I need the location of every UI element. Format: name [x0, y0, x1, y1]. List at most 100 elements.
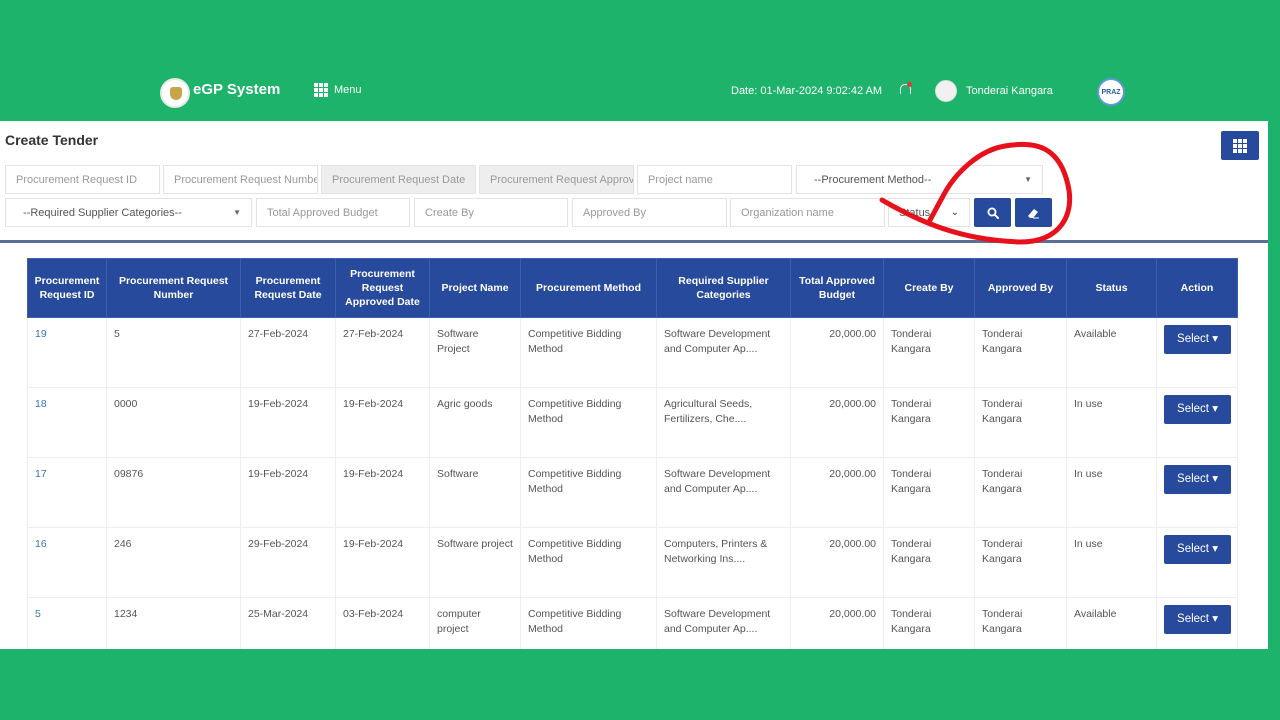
- cell-approved-by: Tonderai Kangara: [974, 317, 1067, 388]
- cell-approved-by: Tonderai Kangara: [974, 527, 1067, 598]
- cell-total-budget: 20,000.00: [790, 457, 884, 528]
- filter-request-id[interactable]: Procurement Request ID: [5, 165, 160, 194]
- cell-request-id-link[interactable]: 18: [27, 387, 107, 458]
- cell-request-date: 19-Feb-2024: [240, 387, 336, 458]
- cell-request-id-link[interactable]: 5: [27, 597, 107, 649]
- cell-procurement-method: Competitive Bidding Method: [520, 527, 657, 598]
- cell-status: In use: [1066, 457, 1157, 528]
- table-row: 5 1234 25-Mar-2024 03-Feb-2024 computer …: [27, 597, 1238, 649]
- cell-request-id-link[interactable]: 16: [27, 527, 107, 598]
- cell-approved-date: 19-Feb-2024: [335, 457, 430, 528]
- cell-approved-date: 19-Feb-2024: [335, 527, 430, 598]
- supplier-categories-select[interactable]: --Required Supplier Categories-- ▼: [5, 198, 252, 227]
- col-header-total-budget[interactable]: Total Approved Budget: [790, 258, 884, 318]
- filter-request-number-placeholder: Procurement Request Number: [174, 173, 318, 186]
- page-title: Create Tender: [5, 132, 99, 148]
- filter-create-by[interactable]: Create By: [414, 198, 568, 227]
- table-header-row: Procurement Request ID Procurement Reque…: [27, 258, 1238, 318]
- col-header-supplier-categories[interactable]: Required Supplier Categories: [656, 258, 791, 318]
- chevron-down-icon: ⌄: [950, 207, 959, 218]
- apps-grid-button[interactable]: [1221, 131, 1259, 160]
- filter-request-approved-date[interactable]: Procurement Request Approved Date: [479, 165, 634, 194]
- menu-label: Menu: [334, 84, 362, 96]
- filter-create-by-placeholder: Create By: [425, 206, 474, 219]
- table-row: 16 246 29-Feb-2024 19-Feb-2024 Software …: [27, 527, 1238, 598]
- main-panel: Create Tender Procurement Request ID Pro…: [0, 121, 1268, 649]
- cell-procurement-method: Competitive Bidding Method: [520, 457, 657, 528]
- filter-request-number[interactable]: Procurement Request Number: [163, 165, 318, 194]
- supplier-categories-value: --Required Supplier Categories--: [23, 206, 182, 219]
- notification-bell-icon[interactable]: [899, 82, 912, 96]
- cell-create-by: Tonderai Kangara: [883, 387, 975, 458]
- filter-request-approved-placeholder: Procurement Request Approved Date: [490, 173, 634, 186]
- cell-create-by: Tonderai Kangara: [883, 317, 975, 388]
- procurement-method-select[interactable]: --Procurement Method-- ▼: [796, 165, 1043, 194]
- col-header-project-name[interactable]: Project Name: [429, 258, 521, 318]
- cell-action: Select ▾: [1156, 457, 1238, 528]
- cell-supplier-categories: Software Development and Computer Ap....: [656, 597, 791, 649]
- filter-organization-placeholder: Organization name: [741, 206, 834, 219]
- cell-request-date: 25-Mar-2024: [240, 597, 336, 649]
- section-divider: [0, 240, 1268, 243]
- select-dropdown-button[interactable]: Select ▾: [1164, 535, 1231, 564]
- procurement-method-value: --Procurement Method--: [814, 173, 932, 186]
- table-row: 19 5 27-Feb-2024 27-Feb-2024 Software Pr…: [27, 317, 1238, 388]
- cell-status: Available: [1066, 317, 1157, 388]
- menu-button[interactable]: Menu: [314, 83, 362, 97]
- filter-total-budget[interactable]: Total Approved Budget: [256, 198, 410, 227]
- user-avatar[interactable]: [935, 80, 957, 102]
- cell-supplier-categories: Software Development and Computer Ap....: [656, 317, 791, 388]
- col-header-approved-date[interactable]: Procurement Request Approved Date: [335, 258, 430, 318]
- cell-total-budget: 20,000.00: [790, 387, 884, 458]
- col-header-status[interactable]: Status: [1066, 258, 1157, 318]
- cell-approved-by: Tonderai Kangara: [974, 387, 1067, 458]
- cell-project-name: Software project: [429, 527, 521, 598]
- filter-total-budget-placeholder: Total Approved Budget: [267, 206, 378, 219]
- select-label: Select: [1177, 613, 1209, 625]
- col-header-approved-by[interactable]: Approved By: [974, 258, 1067, 318]
- status-select[interactable]: Status ⌄: [888, 198, 970, 227]
- col-header-procurement-method[interactable]: Procurement Method: [520, 258, 657, 318]
- cell-total-budget: 20,000.00: [790, 597, 884, 649]
- cell-supplier-categories: Agricultural Seeds, Fertilizers, Che....: [656, 387, 791, 458]
- col-header-request-id[interactable]: Procurement Request ID: [27, 258, 107, 318]
- cell-status: In use: [1066, 387, 1157, 458]
- cell-action: Select ▾: [1156, 317, 1238, 388]
- cell-request-id-link[interactable]: 17: [27, 457, 107, 528]
- col-header-action: Action: [1156, 258, 1238, 318]
- search-button[interactable]: [974, 198, 1011, 227]
- cell-approved-date: 19-Feb-2024: [335, 387, 430, 458]
- filter-request-date[interactable]: Procurement Request Date: [321, 165, 476, 194]
- cell-request-date: 27-Feb-2024: [240, 317, 336, 388]
- cell-request-number: 09876: [106, 457, 241, 528]
- clear-filters-button[interactable]: [1015, 198, 1052, 227]
- col-header-create-by[interactable]: Create By: [883, 258, 975, 318]
- select-dropdown-button[interactable]: Select ▾: [1164, 465, 1231, 494]
- select-dropdown-button[interactable]: Select ▾: [1164, 325, 1231, 354]
- select-dropdown-button[interactable]: Select ▾: [1164, 395, 1231, 424]
- cell-supplier-categories: Software Development and Computer Ap....: [656, 457, 791, 528]
- filter-approved-by[interactable]: Approved By: [572, 198, 727, 227]
- cell-project-name: computer project: [429, 597, 521, 649]
- cell-request-date: 19-Feb-2024: [240, 457, 336, 528]
- filter-project-name-placeholder: Project name: [648, 173, 713, 186]
- cell-request-number: 1234: [106, 597, 241, 649]
- status-select-value: Status: [899, 206, 931, 219]
- cell-request-id-link[interactable]: 19: [27, 317, 107, 388]
- filter-organization[interactable]: Organization name: [730, 198, 885, 227]
- select-dropdown-button[interactable]: Select ▾: [1164, 605, 1231, 634]
- search-icon: [987, 207, 999, 219]
- caret-down-icon: ▼: [233, 208, 241, 217]
- cell-status: Available: [1066, 597, 1157, 649]
- user-name[interactable]: Tonderai Kangara: [966, 85, 1053, 97]
- col-header-request-number[interactable]: Procurement Request Number: [106, 258, 241, 318]
- cell-request-date: 29-Feb-2024: [240, 527, 336, 598]
- cell-procurement-method: Competitive Bidding Method: [520, 317, 657, 388]
- cell-total-budget: 20,000.00: [790, 317, 884, 388]
- col-header-request-date[interactable]: Procurement Request Date: [240, 258, 336, 318]
- table-row: 17 09876 19-Feb-2024 19-Feb-2024 Softwar…: [27, 457, 1238, 528]
- filter-project-name[interactable]: Project name: [637, 165, 792, 194]
- cell-supplier-categories: Computers, Printers & Networking Ins....: [656, 527, 791, 598]
- cell-create-by: Tonderai Kangara: [883, 527, 975, 598]
- app-title[interactable]: eGP System: [193, 81, 280, 98]
